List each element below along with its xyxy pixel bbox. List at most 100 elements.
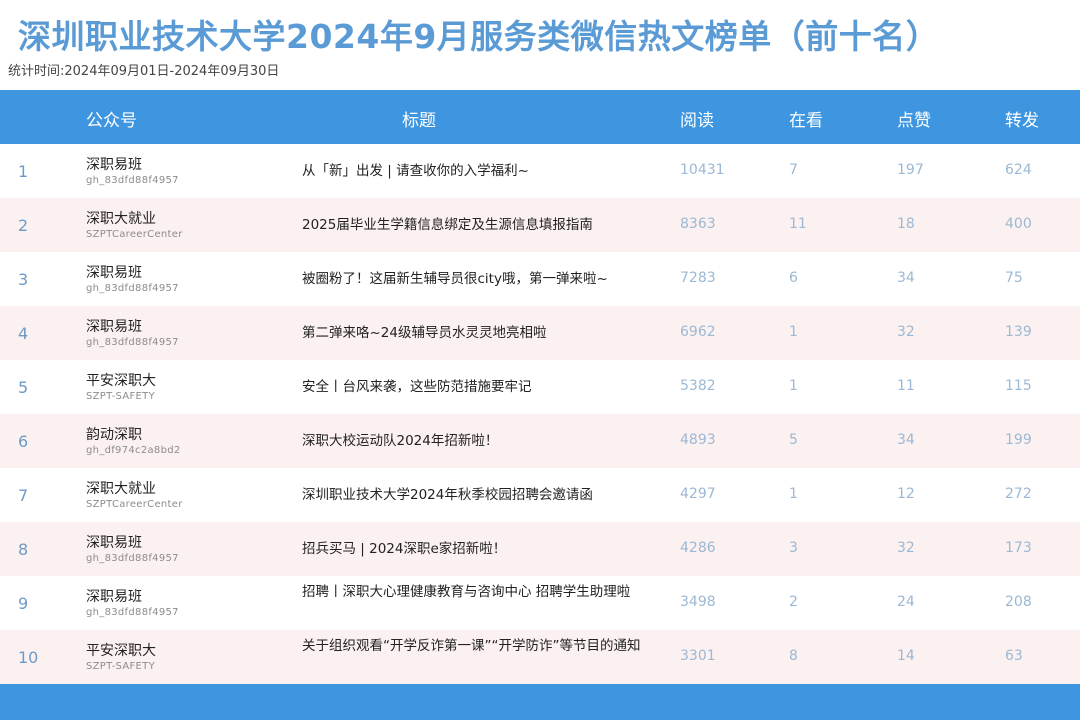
watching-count: 7 <box>789 162 798 178</box>
share-count: 173 <box>1005 540 1032 556</box>
like-count: 14 <box>897 648 915 664</box>
read-count: 3301 <box>680 648 716 664</box>
share-count: 208 <box>1005 594 1032 610</box>
table-row: 9 深职易班 gh_83dfd88f4957 招聘丨深职大心理健康教育与咨询中心… <box>0 576 1080 630</box>
account-name: 平安深职大 <box>86 373 156 389</box>
footer-bar <box>0 684 1080 720</box>
watching-count: 5 <box>789 432 798 448</box>
watching-count: 2 <box>789 594 798 610</box>
watching-count: 8 <box>789 648 798 664</box>
read-count: 10431 <box>680 162 725 178</box>
rank: 10 <box>18 648 39 667</box>
share-count: 63 <box>1005 648 1023 664</box>
share-count: 199 <box>1005 432 1032 448</box>
watching-count: 6 <box>789 270 798 286</box>
watching-count: 1 <box>789 486 798 502</box>
page-title: 深圳职业技术大学2024年9月服务类微信热文榜单（前十名） <box>18 17 940 56</box>
rank: 6 <box>18 432 29 451</box>
table-row: 10 平安深职大 SZPT-SAFETY 关于组织观看“开学反诈第一课”“开学防… <box>0 630 1080 684</box>
article-title: 安全丨台风来袭，这些防范措施要牢记 <box>302 379 532 395</box>
article-title: 从「新」出发 | 请查收你的入学福利~ <box>302 163 529 179</box>
article-title: 招聘丨深职大心理健康教育与咨询中心 招聘学生助理啦 <box>302 584 631 600</box>
share-count: 624 <box>1005 162 1032 178</box>
article-title: 2025届毕业生学籍信息绑定及生源信息填报指南 <box>302 217 593 233</box>
header-watching: 在看 <box>789 111 823 131</box>
share-count: 115 <box>1005 378 1032 394</box>
table-row: 2 深职大就业 SZPTCareerCenter 2025届毕业生学籍信息绑定及… <box>0 198 1080 252</box>
read-count: 4297 <box>680 486 716 502</box>
account-name: 深职易班 <box>86 535 142 551</box>
like-count: 24 <box>897 594 915 610</box>
account-id: gh_83dfd88f4957 <box>86 337 179 348</box>
stats-period: 统计时间:2024年09月01日-2024年09月30日 <box>8 64 280 79</box>
like-count: 18 <box>897 216 915 232</box>
account-name: 平安深职大 <box>86 643 156 659</box>
watching-count: 1 <box>789 324 798 340</box>
read-count: 8363 <box>680 216 716 232</box>
rank: 8 <box>18 540 29 559</box>
rank: 9 <box>18 594 29 613</box>
share-count: 400 <box>1005 216 1032 232</box>
like-count: 12 <box>897 486 915 502</box>
like-count: 34 <box>897 270 915 286</box>
account-name: 韵动深职 <box>86 427 142 443</box>
header-read: 阅读 <box>680 111 714 131</box>
table-header: 公众号 标题 阅读 在看 点赞 转发 <box>0 90 1080 144</box>
read-count: 5382 <box>680 378 716 394</box>
table-row: 5 平安深职大 SZPT-SAFETY 安全丨台风来袭，这些防范措施要牢记 53… <box>0 360 1080 414</box>
account-id: SZPT-SAFETY <box>86 391 155 402</box>
account-id: gh_83dfd88f4957 <box>86 283 179 294</box>
article-title: 第二弹来咯~24级辅导员水灵灵地亮相啦 <box>302 325 547 341</box>
table-row: 6 韵动深职 gh_df974c2a8bd2 深职大校运动队2024年招新啦！ … <box>0 414 1080 468</box>
account-id: gh_83dfd88f4957 <box>86 175 179 186</box>
read-count: 4893 <box>680 432 716 448</box>
rank: 3 <box>18 270 29 289</box>
share-count: 272 <box>1005 486 1032 502</box>
rank: 2 <box>18 216 29 235</box>
read-count: 6962 <box>680 324 716 340</box>
account-id: gh_83dfd88f4957 <box>86 553 179 564</box>
like-count: 197 <box>897 162 924 178</box>
account-id: gh_83dfd88f4957 <box>86 607 179 618</box>
table-row: 8 深职易班 gh_83dfd88f4957 招兵买马 | 2024深职e家招新… <box>0 522 1080 576</box>
read-count: 4286 <box>680 540 716 556</box>
account-name: 深职易班 <box>86 589 142 605</box>
read-count: 3498 <box>680 594 716 610</box>
header-title: 标题 <box>402 111 436 131</box>
account-id: SZPTCareerCenter <box>86 229 183 240</box>
article-title: 深职大校运动队2024年招新啦！ <box>302 433 499 449</box>
share-count: 75 <box>1005 270 1023 286</box>
account-name: 深职易班 <box>86 319 142 335</box>
watching-count: 11 <box>789 216 807 232</box>
rank: 5 <box>18 378 29 397</box>
account-name: 深职大就业 <box>86 481 156 497</box>
account-name: 深职易班 <box>86 157 142 173</box>
account-name: 深职大就业 <box>86 211 156 227</box>
watching-count: 3 <box>789 540 798 556</box>
read-count: 7283 <box>680 270 716 286</box>
like-count: 32 <box>897 324 915 340</box>
header-share: 转发 <box>1005 111 1039 131</box>
table-row: 4 深职易班 gh_83dfd88f4957 第二弹来咯~24级辅导员水灵灵地亮… <box>0 306 1080 360</box>
like-count: 11 <box>897 378 915 394</box>
rank: 4 <box>18 324 29 343</box>
article-title: 招兵买马 | 2024深职e家招新啦！ <box>302 541 507 557</box>
like-count: 34 <box>897 432 915 448</box>
table-row: 3 深职易班 gh_83dfd88f4957 被圈粉了！这届新生辅导员很city… <box>0 252 1080 306</box>
header-account: 公众号 <box>86 111 137 131</box>
header-like: 点赞 <box>897 111 931 131</box>
share-count: 139 <box>1005 324 1032 340</box>
like-count: 32 <box>897 540 915 556</box>
rank: 1 <box>18 162 29 181</box>
watching-count: 1 <box>789 378 798 394</box>
table-row: 7 深职大就业 SZPTCareerCenter 深圳职业技术大学2024年秋季… <box>0 468 1080 522</box>
article-title: 深圳职业技术大学2024年秋季校园招聘会邀请函 <box>302 487 593 503</box>
account-id: gh_df974c2a8bd2 <box>86 445 181 456</box>
rank: 7 <box>18 486 29 505</box>
article-title: 关于组织观看“开学反诈第一课”“开学防诈”等节目的通知 <box>302 638 641 654</box>
account-id: SZPTCareerCenter <box>86 499 183 510</box>
account-id: SZPT-SAFETY <box>86 661 155 672</box>
article-title: 被圈粉了！这届新生辅导员很city哦，第一弹来啦~ <box>302 271 608 287</box>
table-row: 1 深职易班 gh_83dfd88f4957 从「新」出发 | 请查收你的入学福… <box>0 144 1080 198</box>
account-name: 深职易班 <box>86 265 142 281</box>
